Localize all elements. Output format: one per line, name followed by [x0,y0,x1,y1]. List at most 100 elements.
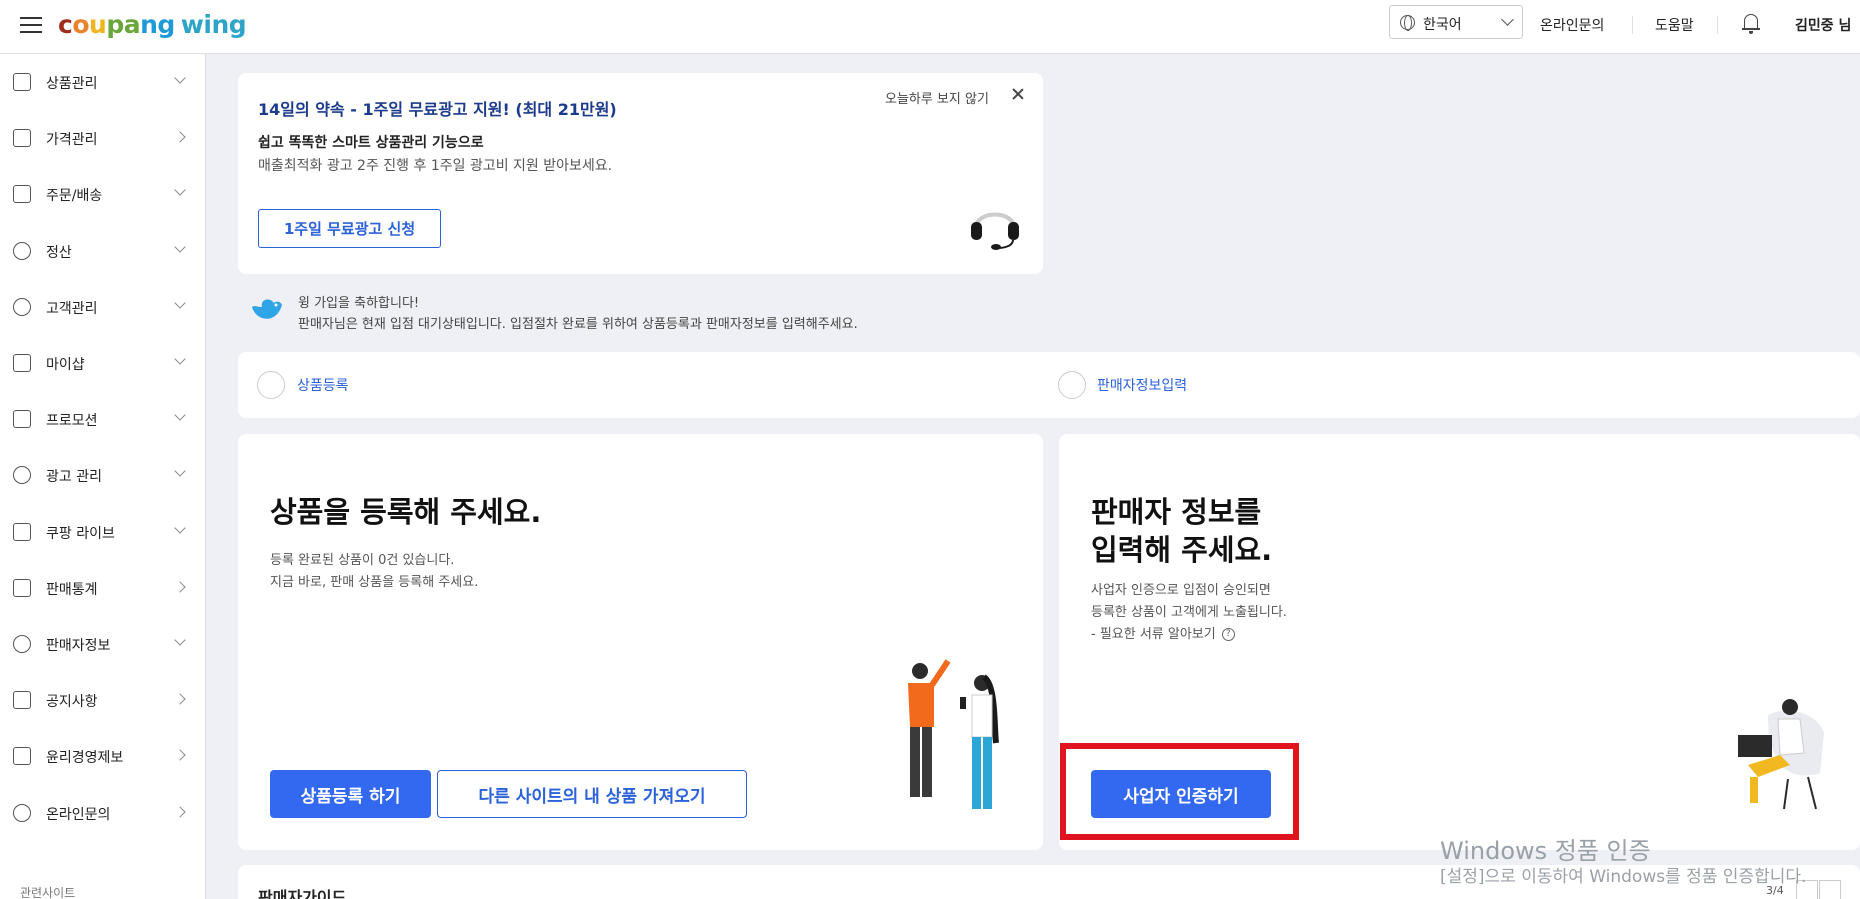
bird-icon [252,299,282,319]
chevron-down-icon[interactable] [174,521,186,534]
sidebar-item-14[interactable]: 온라인문의 [0,785,206,841]
sidebar-item-label: 정산 [46,244,72,261]
coupon-icon [13,410,31,429]
related-sites-label: 관련사이트 [20,886,76,899]
chevron-down-icon[interactable] [174,72,186,84]
chevron-down-icon[interactable] [174,297,186,309]
chevron-right-icon[interactable] [174,581,186,593]
headset-icon [13,803,31,822]
import-products-button[interactable]: 다른 사이트의 내 상품 가져오기 [437,770,747,818]
welcome-message: 판매자님은 현재 입점 대기상태입니다. 입점절차 완료를 위하여 상품등록과 … [298,317,858,332]
sidebar-item-13[interactable]: 윤리경영제보 [0,728,206,784]
sidebar-item-label: 판매자정보 [46,638,111,654]
sidebar-item-5[interactable]: 고객관리 [0,279,206,335]
shop-icon [13,354,31,372]
bell-icon[interactable] [1742,13,1760,34]
sidebar-item-6[interactable]: 마이샵 [0,335,206,391]
chevron-right-icon[interactable] [174,805,186,818]
chevron-down-icon[interactable] [174,184,186,197]
promo-title: 14일의 약속 - 1주일 무료광고 지원! (최대 21만원) [258,100,617,119]
sidebar-item-11[interactable]: 판매자정보 [0,616,206,672]
sidebar-item-label: 프로모션 [46,413,98,430]
hide-today-link[interactable]: 오늘하루 보지 않기 [885,88,989,107]
step-status-icon [1058,371,1086,399]
siren-icon [13,747,31,766]
seller-guide-title: 판매자가이드 [258,888,347,899]
register-product-button[interactable]: 상품등록 하기 [270,770,431,818]
sidebar-item-4[interactable]: 정산 [0,223,206,279]
promo-description: 매출최적화 광고 2주 진행 후 1주일 광고비 지원 받아보세요. [258,158,613,174]
sidebar-item-7[interactable]: 프로모션 [0,391,206,447]
hamburger-menu-icon[interactable] [20,17,42,33]
sidebar-item-label: 온라인문의 [46,806,111,823]
chevron-down-icon[interactable] [174,409,186,421]
chevron-right-icon[interactable] [174,131,186,143]
header-divider [1717,16,1718,34]
won-icon [13,241,31,260]
sidebar-item-8[interactable]: 광고 관리 [0,447,206,503]
chevron-right-icon[interactable] [1819,880,1841,899]
box-icon [13,73,31,91]
product-guide-text: 지금 바로, 판매 상품을 등록해 주세요. [270,575,479,590]
question-icon[interactable]: ? [1221,628,1235,641]
bar-chart-icon [13,578,31,597]
windows-activation-message: [설정]으로 이동하여 Windows를 정품 인증합니다. [1440,867,1807,887]
sidebar-item-label: 쿠팡 라이브 [46,525,115,542]
smile-icon [13,297,31,316]
sidebar-item-label: 가격관리 [46,132,98,149]
globe-icon [1400,15,1415,31]
sidebar-item-label: 고객관리 [46,300,98,317]
seller-exposure-text: 등록한 상품이 고객에게 노출됩니다. [1091,605,1287,620]
pie-icon [13,466,31,485]
truck-icon [13,185,31,204]
seller-card-heading-line1: 판매자 정보를 [1091,495,1262,529]
header-divider [1632,16,1633,34]
megaphone-icon [13,691,31,710]
chevron-down-icon[interactable] [174,240,186,253]
language-select[interactable]: 한국어 [1389,5,1523,39]
business-verification-button[interactable]: 사업자 인증하기 [1091,770,1271,818]
sidebar-item-9[interactable]: 쿠팡 라이브 [0,504,206,560]
step-product-register[interactable]: 상품등록 [297,375,349,395]
required-documents-link[interactable]: - 필요한 서류 알아보기? [1091,624,1235,646]
live-icon [13,522,31,541]
welcome-title: 윙 가입을 축하합니다! [298,296,420,311]
headset-icon [971,212,1019,250]
chevron-right-icon[interactable] [174,693,186,705]
free-ad-apply-button[interactable]: 1주일 무료광고 신청 [258,209,441,248]
sidebar-item-label: 윤리경영제보 [46,750,124,767]
sidebar-item-12[interactable]: 공지사항 [0,672,206,728]
sidebar-item-2[interactable]: 가격관리 [0,110,206,166]
chevron-down-icon[interactable] [174,465,186,478]
sidebar-item-label: 공지사항 [46,694,98,711]
steps-card [238,352,1860,418]
seller-card-heading-line2: 입력해 주세요. [1091,533,1273,567]
user-icon [13,635,31,653]
windows-activation-title: Windows 정품 인증 [1440,837,1651,865]
sidebar-item-label: 마이샵 [46,357,85,373]
step-seller-info[interactable]: 판매자정보입력 [1097,375,1187,395]
user-name[interactable]: 김민중 님 [1795,15,1851,35]
coupang-wing-logo[interactable]: coupang wing [58,10,247,39]
chevron-down-icon [1501,13,1514,26]
top-header: coupang wing 한국어 온라인문의 도움말 김민중 님 [0,0,1860,54]
sidebar-item-label: 광고 관리 [46,469,102,486]
sidebar-item-label: 주문/배송 [46,188,103,205]
sidebar-item-3[interactable]: 주문/배송 [0,166,206,222]
online-inquiry-link[interactable]: 온라인문의 [1540,15,1604,35]
chevron-right-icon[interactable] [174,749,186,762]
chevron-down-icon[interactable] [174,353,186,365]
help-link[interactable]: 도움말 [1655,15,1694,35]
step-status-icon [257,371,285,399]
laptop-person-illustration [1738,699,1824,810]
sidebar-item-10[interactable]: 판매통계 [0,560,206,616]
promo-subtitle: 쉽고 똑똑한 스마트 상품관리 기능으로 [258,135,484,151]
close-icon[interactable] [1008,85,1028,105]
sidebar-item-1[interactable]: 상품관리 [0,54,206,110]
chevron-down-icon[interactable] [174,634,186,646]
product-count-text: 등록 완료된 상품이 0건 있습니다. [270,553,455,568]
medal-icon [13,129,31,148]
language-value: 한국어 [1423,17,1462,33]
product-card-heading: 상품을 등록해 주세요. [270,495,542,529]
seller-approval-text: 사업자 인증으로 입점이 승인되면 [1091,583,1271,598]
